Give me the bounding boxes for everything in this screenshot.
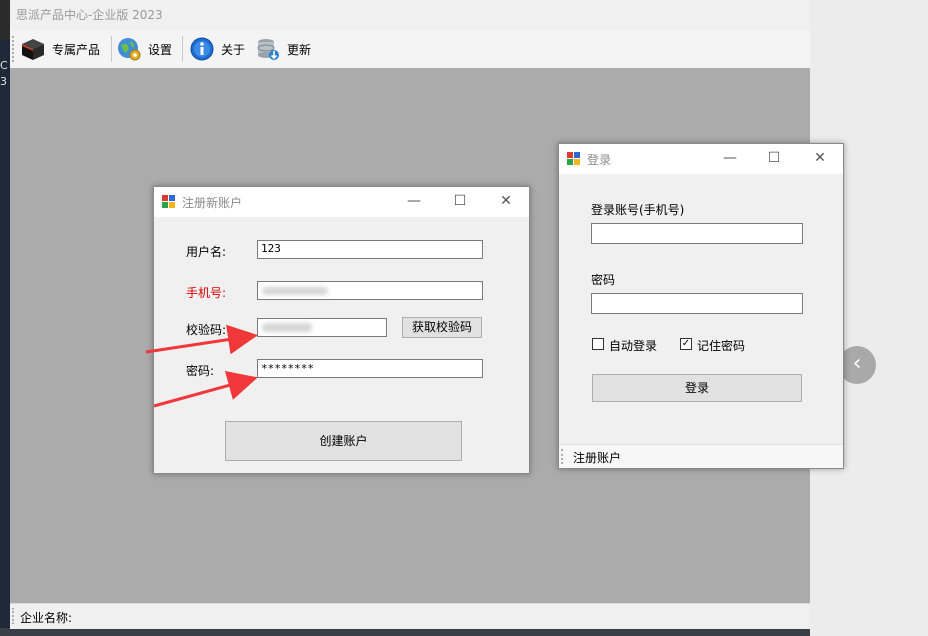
toolbar-grip[interactable] (12, 36, 16, 62)
password-input[interactable]: ******** (257, 359, 483, 378)
account-input[interactable] (591, 223, 803, 244)
close-icon[interactable]: ✕ (810, 148, 830, 168)
toolbar-item-label: 更新 (287, 42, 312, 57)
toolbar-item-update[interactable]: 更新 (255, 36, 311, 62)
phone-input[interactable] (257, 281, 483, 300)
taskbar-edge (0, 628, 810, 636)
info-icon (189, 36, 215, 62)
username-input[interactable]: 123 (257, 240, 483, 259)
desktop-background (0, 40, 10, 636)
login-password-label: 密码 (591, 273, 616, 287)
create-account-button[interactable]: 创建账户 (225, 421, 462, 461)
minimize-icon[interactable]: — (720, 148, 740, 168)
login-status-strip: 注册账户 (559, 444, 843, 468)
dialog-titlebar[interactable]: 登录 — ☐ ✕ (559, 144, 843, 174)
password-label: 密码: (186, 364, 215, 378)
dialog-titlebar[interactable]: 注册新账户 — ☐ ✕ (154, 187, 529, 217)
app-window-icon (567, 152, 581, 166)
app-window-icon (162, 195, 176, 209)
username-label: 用户名: (186, 245, 227, 259)
toolbar-item-label: 设置 (148, 42, 173, 57)
register-dialog: 注册新账户 — ☐ ✕ 用户名: 123 手机号: 校验码: 获取校验码 密码:… (153, 186, 530, 474)
status-grip (12, 608, 16, 624)
redacted-value (262, 287, 328, 295)
code-input[interactable] (257, 318, 387, 337)
company-name-label: 企业名称: (20, 611, 73, 625)
desktop-edge-text: C 3 (0, 59, 8, 88)
phone-label: 手机号: (186, 286, 227, 300)
get-code-button[interactable]: 获取校验码 (402, 317, 482, 338)
toolbar-item-products[interactable]: 专属产品 (20, 36, 100, 62)
globe-gear-icon (116, 36, 142, 62)
login-button[interactable]: 登录 (592, 374, 802, 402)
auto-login-checkbox[interactable] (592, 338, 604, 350)
maximize-icon[interactable]: ☐ (450, 191, 470, 211)
toolbar-item-settings[interactable]: 设置 (116, 36, 172, 62)
toolbar-item-about[interactable]: 关于 (189, 36, 245, 62)
window-title: 思派产品中心-企业版 2023 (16, 8, 163, 22)
login-dialog: 登录 — ☐ ✕ 登录账号(手机号) 密码 自动登录 ✓ 记住密码 登录 注册账… (558, 143, 844, 469)
remember-password-checkbox[interactable]: ✓ (680, 338, 692, 350)
red-box-icon (20, 36, 46, 62)
close-icon[interactable]: ✕ (496, 191, 516, 211)
database-update-icon (255, 36, 281, 62)
account-label: 登录账号(手机号) (591, 203, 685, 217)
dialog-title: 登录 (587, 153, 612, 167)
code-label: 校验码: (186, 323, 227, 337)
toolbar-separator (111, 36, 112, 62)
toolbar: 专属产品 设置 关于 更新 (10, 30, 810, 68)
auto-login-label[interactable]: 自动登录 (609, 337, 657, 354)
maximize-icon[interactable]: ☐ (764, 148, 784, 168)
status-bar: 企业名称: (10, 603, 810, 629)
redacted-value (262, 323, 312, 332)
minimize-icon[interactable]: — (404, 191, 424, 211)
remember-password-label[interactable]: 记住密码 (697, 337, 745, 354)
login-password-input[interactable] (591, 293, 803, 314)
register-account-link[interactable]: 注册账户 (573, 449, 621, 466)
toolbar-item-label: 关于 (221, 42, 246, 57)
dialog-title: 注册新账户 (182, 196, 243, 210)
toolbar-item-label: 专属产品 (52, 42, 101, 57)
status-grip (561, 449, 565, 464)
toolbar-separator (182, 36, 183, 62)
